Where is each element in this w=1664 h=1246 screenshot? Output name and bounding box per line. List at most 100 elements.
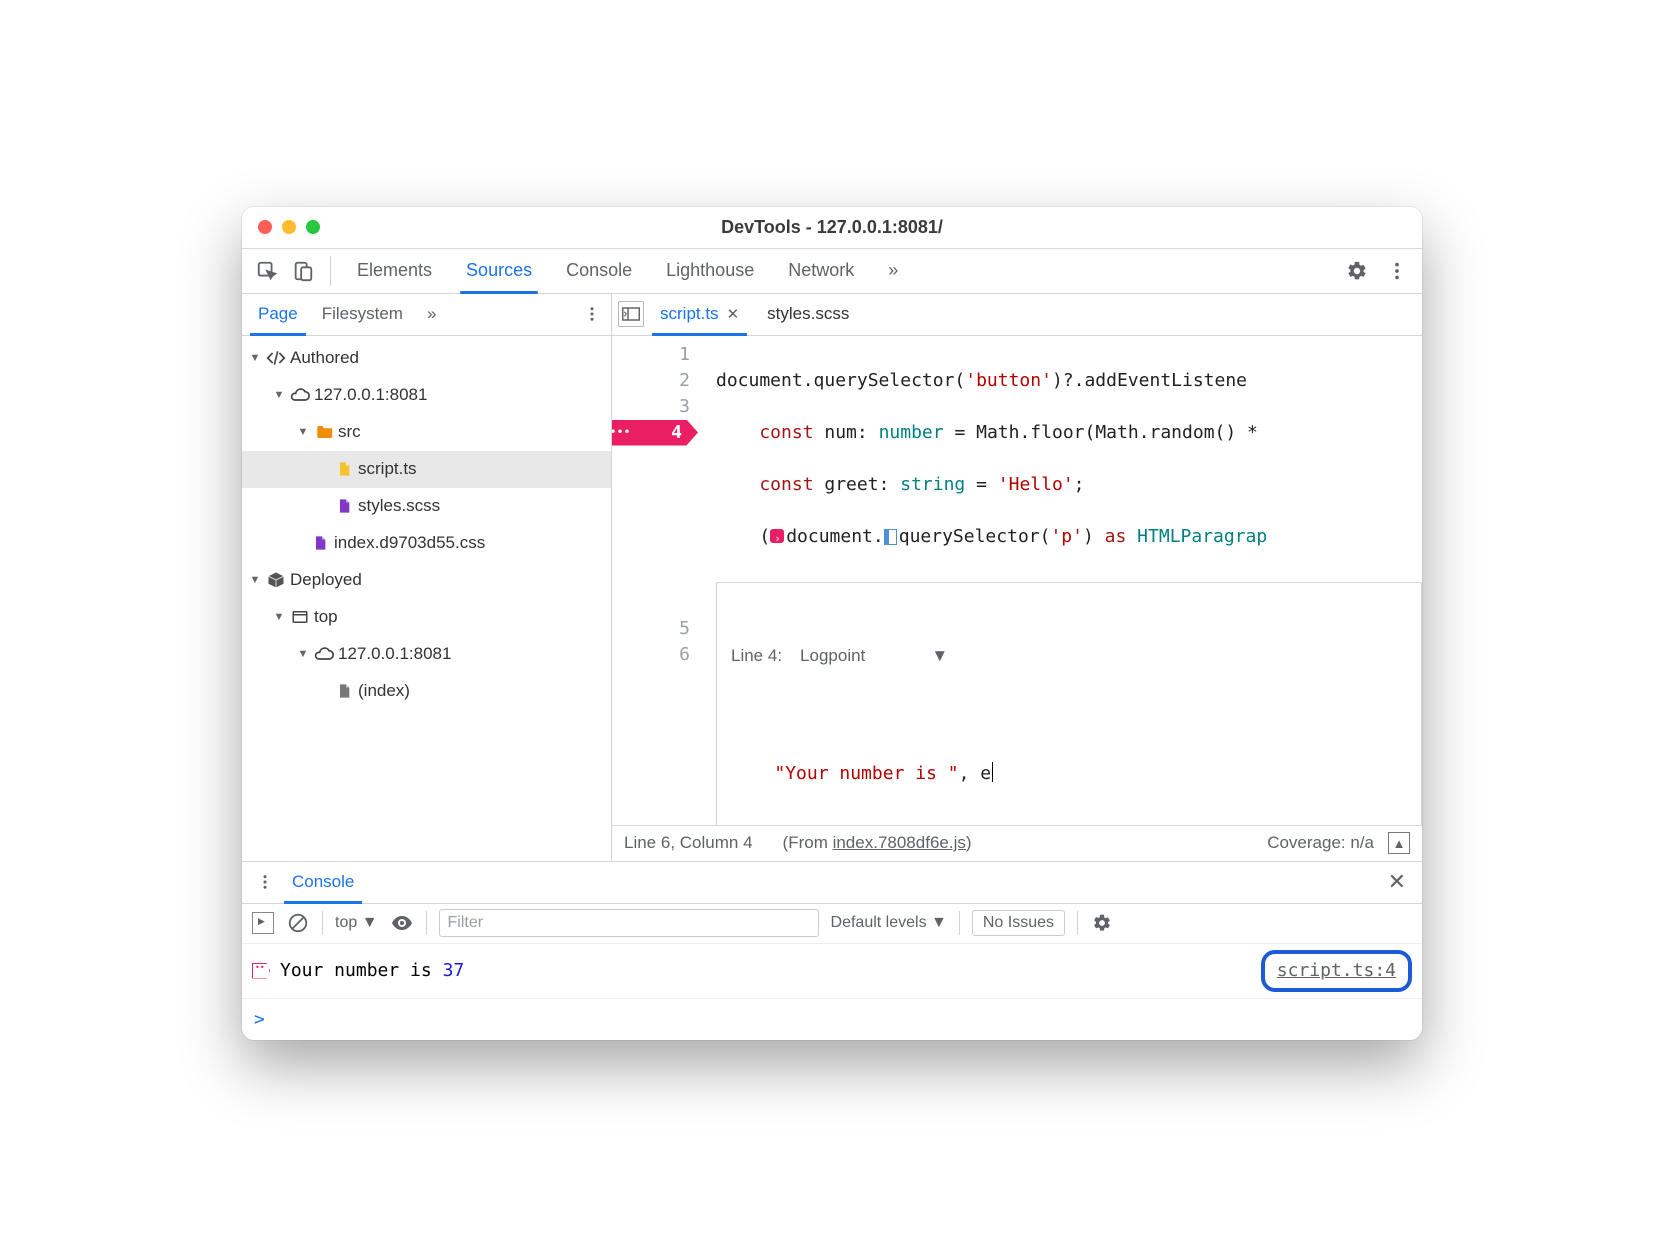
source-link-highlight: script.ts:4 — [1261, 950, 1412, 992]
window-title: DevTools - 127.0.0.1:8081/ — [242, 217, 1422, 238]
tree-host-2[interactable]: ▼ 127.0.0.1:8081 — [242, 636, 611, 673]
tree-host[interactable]: ▼ 127.0.0.1:8081 — [242, 377, 611, 414]
tree-label: 127.0.0.1:8081 — [314, 385, 427, 405]
navigator-pane: Page Filesystem » ▼ Authored ▼ 127.0.0.1… — [242, 294, 612, 861]
code-content[interactable]: document.querySelector('button')?.addEve… — [700, 336, 1422, 825]
drawer-tab-console[interactable]: Console — [280, 862, 366, 903]
console-prompt[interactable]: > — [242, 999, 1422, 1040]
drawer-close-icon[interactable]: ✕ — [1380, 869, 1414, 895]
console-sidebar-icon[interactable] — [252, 912, 274, 934]
tree-label: Deployed — [290, 570, 362, 590]
log-levels-select[interactable]: Default levels ▼ — [831, 914, 947, 932]
tree-label: top — [314, 607, 338, 627]
step-marker-icon — [884, 529, 897, 545]
tab-console[interactable]: Console — [552, 249, 646, 293]
box-icon — [266, 570, 286, 590]
tree-label: src — [338, 422, 361, 442]
file-tab-script[interactable]: script.ts ✕ — [648, 294, 751, 335]
gutter-line[interactable]: 6 — [612, 642, 690, 668]
tree-src[interactable]: ▼ src — [242, 414, 611, 451]
file-tab-styles[interactable]: styles.scss — [755, 294, 861, 335]
console-toolbar: top ▼ Filter Default levels ▼ No Issues — [242, 904, 1422, 944]
editor-pane: script.ts ✕ styles.scss 1 2 3 4 5 — [612, 294, 1422, 861]
nav-tab-page[interactable]: Page — [246, 294, 310, 335]
main-tabstrip: Elements Sources Console Lighthouse Netw… — [242, 249, 1422, 294]
collapse-panel-icon[interactable]: ▲ — [1388, 832, 1410, 854]
file-icon — [310, 533, 330, 553]
tab-sources[interactable]: Sources — [452, 249, 546, 293]
tree-styles-scss[interactable]: styles.scss — [242, 488, 611, 525]
nav-tab-filesystem[interactable]: Filesystem — [310, 294, 415, 335]
settings-gear-icon[interactable] — [1342, 256, 1372, 286]
breakpoint-editor-panel: Line 4: Logpoint ▼ "Your number is ", e … — [716, 582, 1422, 825]
tab-elements[interactable]: Elements — [343, 249, 446, 293]
sourcemap-link[interactable]: index.7808df6e.js — [833, 833, 966, 852]
step-marker-icon — [770, 529, 784, 543]
file-icon — [334, 681, 354, 701]
tab-lighthouse[interactable]: Lighthouse — [652, 249, 768, 293]
code-icon — [266, 348, 286, 368]
tree-label: 127.0.0.1:8081 — [338, 644, 451, 664]
gutter-line[interactable]: 1 — [612, 342, 690, 368]
line-gutter[interactable]: 1 2 3 4 5 6 — [612, 336, 700, 825]
editor-statusbar: Line 6, Column 4 (From index.7808df6e.js… — [612, 825, 1422, 861]
breakpoint-marker[interactable]: 4 — [612, 420, 690, 446]
tree-label: script.ts — [358, 459, 417, 479]
code-editor[interactable]: 1 2 3 4 5 6 document.querySelector('butt… — [612, 336, 1422, 825]
gutter-line[interactable]: 2 — [612, 368, 690, 394]
message-source-link[interactable]: script.ts:4 — [1277, 960, 1396, 981]
file-tree: ▼ Authored ▼ 127.0.0.1:8081 ▼ src — [242, 336, 611, 861]
tree-index-css[interactable]: index.d9703d55.css — [242, 525, 611, 562]
bp-line-label: Line 4: — [731, 643, 782, 669]
console-message[interactable]: Your number is 37 script.ts:4 — [242, 944, 1422, 999]
close-tab-icon[interactable]: ✕ — [727, 305, 740, 323]
tree-script-ts[interactable]: script.ts — [242, 451, 611, 488]
file-tab-label: styles.scss — [767, 304, 849, 324]
toggle-navigator-icon[interactable] — [618, 301, 644, 327]
file-icon — [334, 496, 354, 516]
tree-label: index.d9703d55.css — [334, 533, 485, 553]
navigator-kebab-icon[interactable] — [577, 299, 607, 329]
titlebar: DevTools - 127.0.0.1:8081/ — [242, 207, 1422, 249]
tree-index[interactable]: (index) — [242, 673, 611, 710]
console-output: Your number is 37 script.ts:4 > — [242, 944, 1422, 1040]
device-toggle-icon[interactable] — [288, 256, 318, 286]
frame-icon — [290, 607, 310, 627]
drawer-tabstrip: Console ✕ — [242, 862, 1422, 904]
coverage-label: Coverage: n/a — [1267, 833, 1374, 853]
logpoint-expression-input[interactable]: "Your number is ", e — [717, 729, 1421, 823]
cursor-position: Line 6, Column 4 — [624, 833, 753, 853]
gutter-line[interactable]: 5 — [612, 616, 690, 642]
file-icon — [334, 459, 354, 479]
tree-label: (index) — [358, 681, 410, 701]
log-value: 37 — [443, 960, 465, 981]
clear-console-icon[interactable] — [286, 911, 310, 935]
filter-input[interactable]: Filter — [439, 909, 819, 937]
console-drawer: Console ✕ top ▼ Filter Default levels ▼ … — [242, 861, 1422, 1040]
execution-context-select[interactable]: top ▼ — [335, 914, 378, 932]
logpoint-hit-icon — [252, 963, 270, 979]
nav-tabs-overflow-icon[interactable]: » — [415, 294, 448, 335]
tabs-overflow-icon[interactable]: » — [874, 249, 912, 293]
console-settings-gear-icon[interactable] — [1090, 911, 1114, 935]
devtools-window: DevTools - 127.0.0.1:8081/ Elements Sour… — [242, 207, 1422, 1040]
gutter-line[interactable]: 3 — [612, 394, 690, 420]
kebab-menu-icon[interactable] — [1382, 256, 1412, 286]
inspect-icon[interactable] — [252, 256, 282, 286]
tree-top[interactable]: ▼ top — [242, 599, 611, 636]
live-expression-icon[interactable] — [390, 911, 414, 935]
log-text: Your number is — [280, 960, 432, 981]
cloud-icon — [314, 644, 334, 664]
tree-authored[interactable]: ▼ Authored — [242, 340, 611, 377]
issues-button[interactable]: No Issues — [972, 910, 1065, 936]
folder-icon — [314, 422, 334, 442]
tree-label: Authored — [290, 348, 359, 368]
tree-deployed[interactable]: ▼ Deployed — [242, 562, 611, 599]
drawer-kebab-icon[interactable] — [250, 867, 280, 897]
tab-network[interactable]: Network — [774, 249, 868, 293]
bp-type-select[interactable]: Logpoint ▼ — [800, 643, 948, 669]
source-map-info: (From index.7808df6e.js) — [783, 833, 972, 853]
prompt-chevron-icon: > — [254, 1009, 265, 1030]
cloud-icon — [290, 385, 310, 405]
navigator-tabs: Page Filesystem » — [242, 294, 611, 336]
